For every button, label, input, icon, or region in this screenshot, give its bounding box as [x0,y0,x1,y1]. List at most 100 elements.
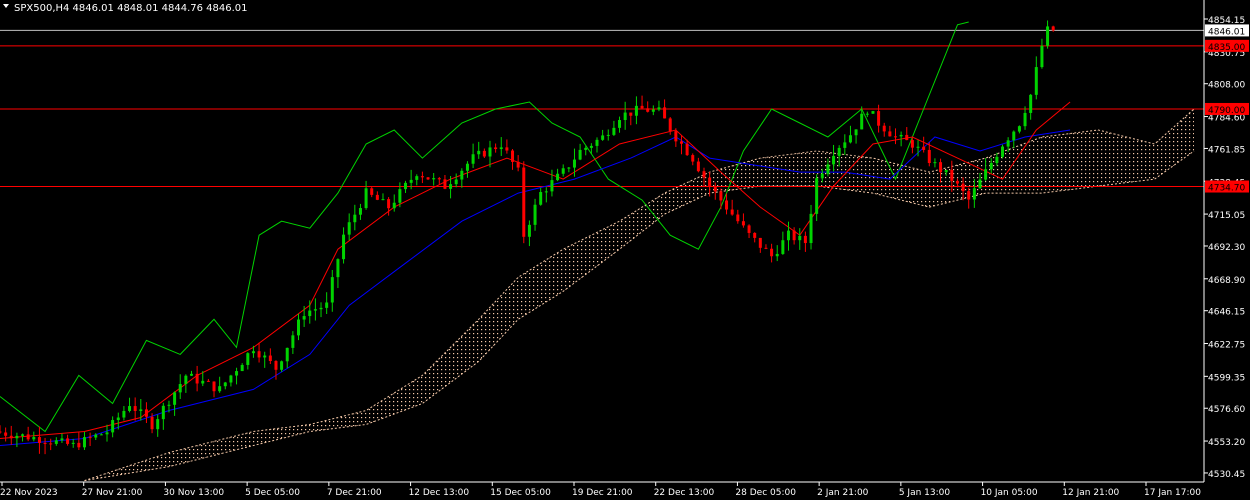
candle[interactable] [798,228,802,250]
candle[interactable] [184,374,188,393]
candle[interactable] [629,112,633,126]
candle[interactable] [922,136,926,153]
candle[interactable] [623,101,627,130]
candle[interactable] [601,129,605,141]
candle[interactable] [471,143,475,169]
candle[interactable] [240,363,244,372]
candle[interactable] [178,374,182,399]
candle[interactable] [595,137,599,153]
candle[interactable] [758,237,762,253]
candle[interactable] [550,169,554,197]
candle[interactable] [71,438,75,448]
candle[interactable] [49,438,53,451]
candle[interactable] [730,199,734,216]
candle[interactable] [21,433,25,442]
price-chart[interactable]: 4854.154830.754808.004784.604761.854738.… [0,0,1250,500]
candle[interactable] [646,101,650,113]
candle[interactable] [297,313,300,341]
candle[interactable] [905,127,909,141]
candle[interactable] [781,231,785,255]
candle[interactable] [482,148,486,159]
candle[interactable] [1034,56,1038,100]
candle[interactable] [66,434,70,446]
candle[interactable] [313,298,317,321]
candle[interactable] [358,203,362,220]
candle[interactable] [454,173,458,188]
candle[interactable] [927,142,931,167]
candle[interactable] [0,425,2,434]
candle[interactable] [156,414,160,437]
candle[interactable] [105,424,109,442]
candle[interactable] [387,197,391,216]
candle[interactable] [235,367,239,385]
candle[interactable] [888,125,892,137]
candle[interactable] [223,381,227,390]
candle[interactable] [815,174,819,221]
candle[interactable] [330,269,334,312]
candle[interactable] [618,116,622,133]
candle[interactable] [37,426,41,454]
candle[interactable] [32,431,36,442]
candle[interactable] [865,111,869,118]
candle[interactable] [375,191,379,201]
candle[interactable] [882,122,886,137]
candle[interactable] [437,176,441,184]
candle[interactable] [764,244,768,250]
candle[interactable] [1029,93,1033,120]
candle[interactable] [854,129,858,144]
candle[interactable] [522,161,526,244]
candle[interactable] [291,331,295,354]
candle[interactable] [567,167,571,173]
candle[interactable] [218,376,222,393]
candle[interactable] [561,164,565,177]
candle[interactable] [499,137,503,156]
candle[interactable] [533,198,537,231]
candle[interactable] [246,352,250,370]
candle[interactable] [280,360,284,372]
candle[interactable] [634,96,638,125]
candle[interactable] [1040,38,1044,69]
candle[interactable] [1023,106,1027,130]
candle[interactable] [9,425,13,445]
plot-area[interactable] [0,20,1204,482]
candle[interactable] [173,391,177,416]
candle[interactable] [257,342,261,363]
candle[interactable] [404,180,408,193]
candle[interactable] [161,402,165,430]
candle[interactable] [679,135,683,155]
candle[interactable] [342,227,346,264]
candle[interactable] [848,125,852,144]
candle[interactable] [370,186,374,198]
candle[interactable] [511,149,515,170]
chart-container[interactable]: 4854.154830.754808.004784.604761.854738.… [0,0,1250,500]
candle[interactable] [657,100,661,112]
candle[interactable] [128,397,132,413]
candle[interactable] [894,128,897,145]
candle[interactable] [1012,130,1016,148]
candle[interactable] [189,370,193,376]
candle[interactable] [15,432,19,448]
candle[interactable] [381,193,385,201]
candle[interactable] [263,351,267,368]
candle[interactable] [1046,20,1050,49]
candle[interactable] [212,381,216,398]
candle[interactable] [420,171,424,184]
candle[interactable] [651,105,655,116]
candle[interactable] [443,174,447,190]
candle[interactable] [578,143,582,161]
candle[interactable] [539,187,543,206]
candle[interactable] [843,134,847,156]
candle[interactable] [336,258,340,289]
candle[interactable] [1017,125,1021,134]
candle[interactable] [319,302,323,318]
candle[interactable] [488,140,492,168]
candle[interactable] [663,99,667,119]
candle[interactable] [195,365,199,392]
candle[interactable] [353,204,357,231]
candle[interactable] [640,95,644,109]
candle[interactable] [88,432,92,447]
candle[interactable] [54,437,58,446]
candle[interactable] [274,360,278,380]
candle[interactable] [527,220,531,247]
candle[interactable] [415,174,419,186]
